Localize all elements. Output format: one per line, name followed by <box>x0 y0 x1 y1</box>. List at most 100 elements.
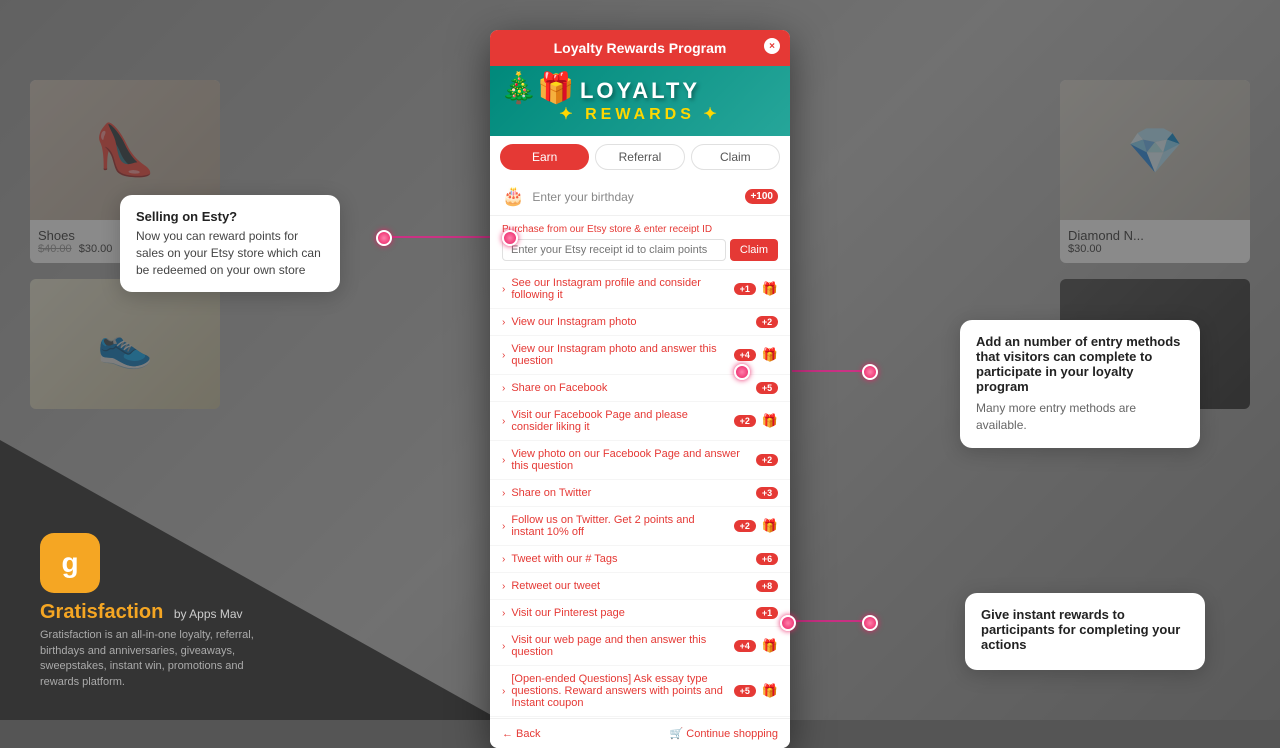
action-chevron-icon: › <box>502 608 505 619</box>
loyalty-rewards-modal: Loyalty Rewards Program × 🎄🎁 LOYALTY ✦ R… <box>490 30 790 748</box>
action-gift-icon: 🎁 <box>762 683 778 699</box>
birthday-points-badge: +100 <box>745 189 778 204</box>
action-row[interactable]: › Share on Twitter +3 <box>490 480 790 507</box>
action-chevron-icon: › <box>502 383 505 394</box>
action-chevron-icon: › <box>502 686 505 697</box>
action-points-badge: +2 <box>734 520 756 532</box>
action-text: Share on Twitter <box>511 487 750 499</box>
modal-title: Loyalty Rewards Program <box>554 40 727 56</box>
birthday-icon: 🎂 <box>502 186 524 207</box>
action-text: View our Instagram photo <box>511 316 750 328</box>
action-row[interactable]: › Visit our web page and then answer this… <box>490 627 790 666</box>
callout-entry-title: Add an number of entry methods that visi… <box>976 334 1184 394</box>
action-text: Follow us on Twitter. Get 2 points and i… <box>511 514 727 538</box>
modal-tabs: Earn Referral Claim <box>490 136 790 178</box>
banner-sub-text: ✦ REWARDS ✦ <box>559 104 721 124</box>
action-chevron-icon: › <box>502 641 505 652</box>
action-text: Visit our Facebook Page and please consi… <box>511 409 727 433</box>
action-points-badge: +2 <box>734 415 756 427</box>
tab-claim[interactable]: Claim <box>691 144 780 170</box>
action-chevron-icon: › <box>502 350 505 361</box>
modal-footer: ← Back 🛒 Continue shopping <box>490 718 790 748</box>
action-text: Share on Facebook <box>511 382 750 394</box>
connector-dot-right-top-end <box>862 364 878 380</box>
tab-referral[interactable]: Referral <box>595 144 684 170</box>
birthday-row[interactable]: 🎂 Enter your birthday +100 <box>490 178 790 216</box>
action-row[interactable]: › Retweet our tweet +8 <box>490 573 790 600</box>
action-gift-icon: 🎁 <box>762 281 778 297</box>
tab-earn[interactable]: Earn <box>500 144 589 170</box>
action-text: Visit our web page and then answer this … <box>511 634 727 658</box>
modal-banner: 🎄🎁 LOYALTY ✦ REWARDS ✦ <box>490 66 790 136</box>
callout-etsy-text: Now you can reward points for sales on y… <box>136 228 324 278</box>
action-points-badge: +6 <box>756 553 778 565</box>
modal-body: 🎂 Enter your birthday +100 Purchase from… <box>490 178 790 718</box>
callout-entry-subtitle: Many more entry methods are available. <box>976 400 1184 434</box>
action-gift-icon: 🎁 <box>762 347 778 363</box>
action-text: Retweet our tweet <box>511 580 750 592</box>
action-row[interactable]: ›See our Instagram profile and consider … <box>490 270 790 309</box>
action-chevron-icon: › <box>502 317 505 328</box>
action-row[interactable]: › Visit our Facebook Page and please cons… <box>490 402 790 441</box>
callout-etsy-title: Selling on Esty? <box>136 209 324 224</box>
action-chevron-icon: › <box>502 581 505 592</box>
banner-star-right: ✦ <box>703 106 720 123</box>
actions-list: ›See our Instagram profile and consider … <box>490 270 790 718</box>
banner-text-block: LOYALTY ✦ REWARDS ✦ <box>559 78 721 124</box>
action-gift-icon: 🎁 <box>762 638 778 654</box>
action-text: Visit our Pinterest page <box>511 607 750 619</box>
gratisfaction-logo: g <box>40 533 100 593</box>
action-points-badge: +2 <box>756 454 778 466</box>
gratisfaction-name-row: Gratisfaction by Apps Mav <box>40 601 260 624</box>
action-chevron-icon: › <box>502 416 505 427</box>
gratisfaction-logo-letter: g <box>61 547 78 579</box>
etsy-input-row: Claim <box>502 239 778 261</box>
action-points-badge: +1 <box>734 283 756 295</box>
banner-main-text: LOYALTY <box>559 78 721 104</box>
gratisfaction-name: Gratisfaction <box>40 601 163 623</box>
close-icon: × <box>769 41 775 52</box>
action-row[interactable]: › [Open-ended Questions] Ask essay type q… <box>490 666 790 717</box>
action-chevron-icon: › <box>502 521 505 532</box>
action-chevron-icon: › <box>502 554 505 565</box>
action-chevron-icon: › <box>502 284 505 295</box>
gratisfaction-branding: g Gratisfaction by Apps Mav Gratisfactio… <box>40 533 260 690</box>
connector-dot-right-bottom <box>780 615 796 631</box>
action-text: View our Instagram photo and answer this… <box>511 343 727 367</box>
action-row[interactable]: › Follow us on Twitter. Get 2 points and … <box>490 507 790 546</box>
modal-close-button[interactable]: × <box>762 36 782 56</box>
action-row[interactable]: ›Tweet with our # Tags+6 <box>490 546 790 573</box>
callout-entry-methods: Add an number of entry methods that visi… <box>960 320 1200 448</box>
banner-rewards-text: REWARDS <box>585 106 695 123</box>
action-points-badge: +5 <box>756 382 778 394</box>
action-row[interactable]: › View photo on our Facebook Page and ans… <box>490 441 790 480</box>
action-row[interactable]: › View our Instagram photo +2 <box>490 309 790 336</box>
action-points-badge: +8 <box>756 580 778 592</box>
etsy-receipt-input[interactable] <box>502 239 726 261</box>
callout-rewards-title: Give instant rewards to participants for… <box>981 607 1189 652</box>
footer-back-button[interactable]: ← Back <box>502 728 541 740</box>
action-points-badge: +3 <box>756 487 778 499</box>
action-text: View photo on our Facebook Page and answ… <box>511 448 750 472</box>
footer-continue-shopping-button[interactable]: 🛒 Continue shopping <box>670 727 779 740</box>
action-gift-icon: 🎁 <box>762 518 778 534</box>
etsy-claim-button[interactable]: Claim <box>730 239 778 261</box>
action-points-badge: +4 <box>734 349 756 361</box>
banner-star-left: ✦ <box>559 106 576 123</box>
action-gift-icon: 🎁 <box>762 413 778 429</box>
etsy-section: Purchase from our Etsy store & enter rec… <box>490 216 790 270</box>
action-points-badge: +5 <box>734 685 756 697</box>
action-chevron-icon: › <box>502 455 505 466</box>
birthday-placeholder: Enter your birthday <box>532 190 737 204</box>
connector-dot-right-bottom-end <box>862 615 878 631</box>
action-chevron-icon: › <box>502 488 505 499</box>
action-text: [Open-ended Questions] Ask essay type qu… <box>511 673 727 709</box>
action-points-badge: +2 <box>756 316 778 328</box>
connector-dot-right-top <box>734 364 750 380</box>
etsy-label: Purchase from our Etsy store & enter rec… <box>502 224 778 235</box>
action-row[interactable]: ›Visit our Pinterest page+1 <box>490 600 790 627</box>
callout-give-rewards: Give instant rewards to participants for… <box>965 593 1205 670</box>
modal-title-bar: Loyalty Rewards Program × <box>490 30 790 66</box>
callout-etsy-selling: Selling on Esty? Now you can reward poin… <box>120 195 340 292</box>
gratisfaction-description: Gratisfaction is an all-in-one loyalty, … <box>40 628 260 690</box>
